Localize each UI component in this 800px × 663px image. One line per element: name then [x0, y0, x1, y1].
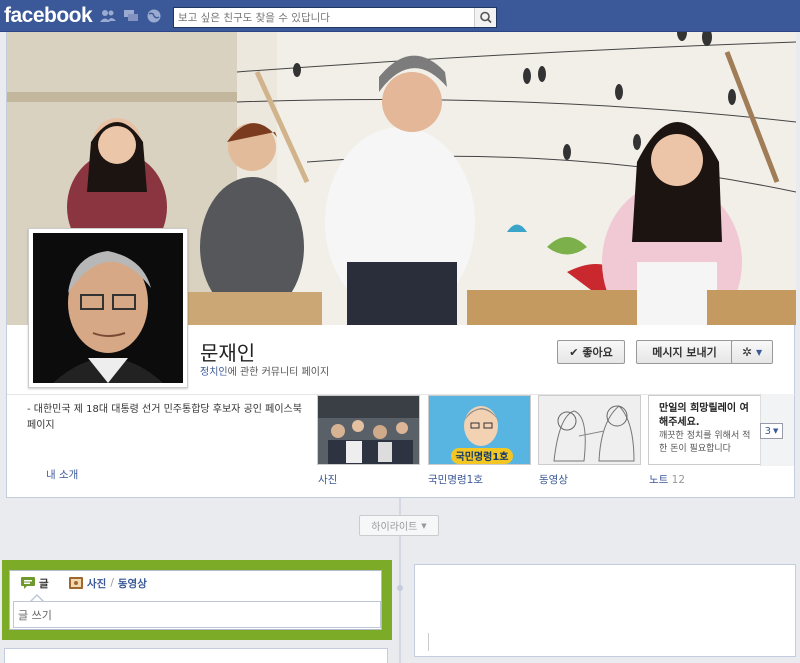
text-cursor — [428, 633, 429, 651]
tab-status-label: 글 — [39, 577, 49, 590]
more-count: 3 — [764, 425, 771, 437]
chevron-down-icon: ▼ — [421, 521, 427, 530]
profile-picture[interactable] — [28, 228, 188, 388]
note-body: 깨끗한 정치를 위해서 적한 돈이 필요합니다 — [659, 431, 751, 454]
post-input[interactable]: 글 쓰기 — [13, 601, 381, 628]
tab-video-label: 동영상 — [117, 577, 147, 590]
about-text: - 대한민국 제 18대 대통령 선거 민주통합당 후보자 공인 페이스북 페이… — [27, 404, 302, 431]
search-box[interactable] — [173, 7, 497, 28]
chevron-down-icon: ▼ — [772, 427, 779, 435]
message-label: 메시지 보내기 — [652, 346, 717, 359]
search-button[interactable] — [474, 8, 496, 27]
campaign-label[interactable]: 국민명령1호 — [428, 472, 483, 487]
photos-tile[interactable] — [317, 395, 420, 465]
tab-separator: / — [110, 577, 114, 589]
more-apps-button[interactable]: 3 ▼ — [760, 423, 783, 439]
like-label: 좋아요 — [582, 346, 613, 359]
note-title: 만일의 희망릴레이 여해주세요. — [659, 403, 749, 428]
videos-thumbnail — [539, 396, 640, 464]
like-button[interactable]: ✔ 좋아요 — [557, 340, 625, 364]
page-header-card: 문재인 정치인에 관한 커뮤니티 페이지 ✔ 좋아요 메시지 보내기 ✲ ▼ -… — [6, 32, 796, 498]
tab-status[interactable]: 글 — [21, 575, 49, 591]
friend-requests-icon[interactable] — [100, 9, 116, 23]
category-link[interactable]: 정치인 — [200, 367, 228, 378]
checkmark-icon: ✔ — [569, 345, 579, 359]
facebook-logo[interactable]: facebook — [4, 4, 93, 28]
notes-tile[interactable]: 만일의 희망릴레이 여해주세요. 깨끗한 정치를 위해서 적한 돈이 필요합니다 — [648, 395, 760, 465]
photos-thumbnail — [318, 396, 419, 464]
about-link[interactable]: 내 소개 — [46, 467, 78, 482]
timeline-post-card — [414, 564, 796, 657]
photo-icon — [69, 577, 83, 589]
campaign-thumbnail-text: 국민명령1호 — [456, 450, 509, 463]
category-text: 에 관한 커뮤니티 페이지 — [227, 367, 330, 378]
search-icon — [480, 11, 492, 24]
notes-label-text: 노트 — [649, 474, 669, 486]
gear-icon: ✲ — [741, 345, 752, 359]
videos-tile[interactable] — [538, 395, 641, 465]
highlights-label: 하이라이트 — [371, 522, 418, 533]
tab-photo-video[interactable]: 사진 / 동영상 — [69, 575, 147, 591]
status-icon — [21, 577, 35, 589]
timeline-dot — [397, 585, 403, 591]
page-name: 문재인 — [200, 341, 256, 365]
timeline-post-card-left — [4, 648, 388, 663]
top-bar: facebook — [0, 0, 800, 32]
page-category: 정치인에 관한 커뮤니티 페이지 — [200, 363, 329, 378]
profile-picture-image — [33, 233, 183, 383]
videos-label[interactable]: 동영상 — [539, 472, 568, 487]
campaign-thumbnail: 국민명령1호 — [429, 396, 530, 464]
notes-count: 12 — [671, 474, 686, 486]
send-message-button[interactable]: 메시지 보내기 — [636, 340, 733, 364]
chevron-down-icon: ▼ — [755, 347, 763, 357]
notifications-globe-icon[interactable] — [146, 9, 162, 23]
notes-label[interactable]: 노트 12 — [649, 472, 685, 487]
messages-icon[interactable] — [123, 9, 139, 23]
search-input[interactable] — [174, 8, 474, 27]
campaign-tile[interactable]: 국민명령1호 — [428, 395, 531, 465]
photos-label[interactable]: 사진 — [318, 472, 337, 487]
page-options-button[interactable]: ✲ ▼ — [731, 340, 773, 364]
tab-photo-label: 사진 — [87, 577, 107, 590]
highlights-dropdown[interactable]: 하이라이트 ▼ — [359, 515, 439, 536]
